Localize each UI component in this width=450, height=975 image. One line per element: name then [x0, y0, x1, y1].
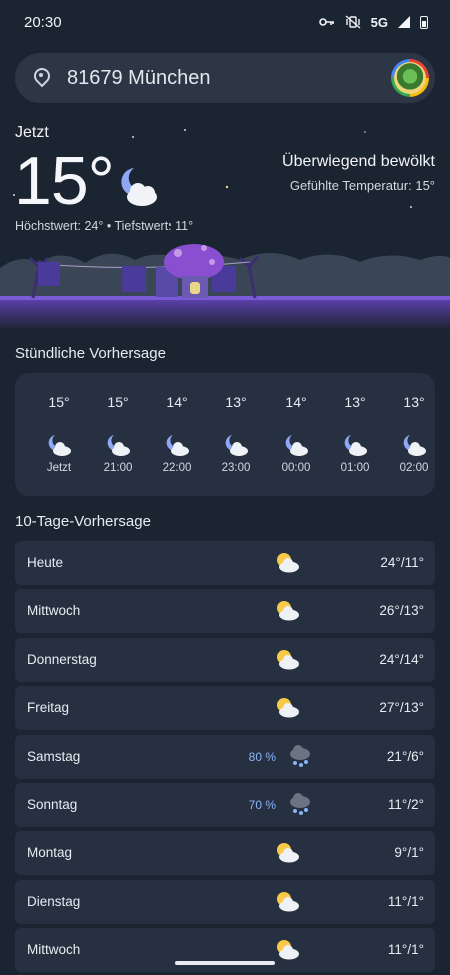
- moon-cloud-icon: [403, 435, 426, 456]
- hour-time: Jetzt: [46, 462, 72, 474]
- daily-row[interactable]: Mittwoch 11°/1°: [15, 928, 435, 972]
- moon-cloud-icon: [225, 435, 248, 456]
- day-name: Montag: [27, 845, 73, 860]
- moon-cloud-icon: [285, 435, 308, 456]
- hour-time: 23:00: [221, 462, 251, 474]
- avatar-image: [394, 62, 426, 94]
- day-name: Mittwoch: [27, 942, 81, 957]
- hour-time: 02:00: [399, 462, 429, 474]
- daily-forecast-title: 10-Tage-Vorhersage: [15, 513, 151, 530]
- precipitation-chance: 80 %: [248, 750, 276, 764]
- sun-cloud-icon: [277, 553, 299, 573]
- day-name: Sonntag: [27, 797, 78, 812]
- signal-icon: [398, 16, 410, 28]
- day-temperature: 11°/1°: [387, 942, 424, 957]
- day-name: Samstag: [27, 749, 81, 764]
- day-temperature: 9°/1°: [394, 845, 424, 860]
- vpn-key-icon: [318, 18, 334, 26]
- current-temperature: 15°: [14, 143, 115, 219]
- day-temperature: 27°/13°: [379, 700, 424, 715]
- rain-cloud-icon: [290, 793, 310, 815]
- status-time: 20:30: [24, 13, 62, 31]
- day-temperature: 26°/13°: [379, 603, 424, 618]
- day-temperature: 21°/6°: [386, 749, 424, 764]
- day-name: Mittwoch: [27, 603, 81, 618]
- daily-row[interactable]: Samstag 80 % 21°/6°: [15, 735, 435, 779]
- sun-cloud-icon: [277, 843, 299, 863]
- home-indicator[interactable]: [175, 961, 275, 965]
- day-temperature: 11°/1°: [387, 894, 424, 909]
- location-search-bar[interactable]: 81679 München: [15, 53, 435, 103]
- hour-temperature: 15°: [48, 394, 70, 410]
- hourly-forecast-card[interactable]: 15° Jetzt 15° 21:00 14° 22:00 13° 23:00 …: [15, 373, 435, 496]
- location-pin-icon: [33, 68, 49, 88]
- daily-row[interactable]: Heute 24°/11°: [15, 541, 435, 585]
- moon-cloud-icon: [166, 435, 189, 456]
- account-avatar[interactable]: [391, 59, 429, 97]
- day-name: Heute: [27, 555, 64, 570]
- daily-row[interactable]: Freitag 27°/13°: [15, 686, 435, 730]
- hour-temperature: 13°: [344, 394, 366, 410]
- network-label: 5G: [370, 14, 388, 30]
- hourly-forecast-title: Stündliche Vorhersage: [15, 345, 166, 362]
- moon-cloud-icon: [107, 435, 130, 456]
- hour-time: 22:00: [162, 462, 192, 474]
- sun-cloud-icon: [277, 892, 299, 912]
- daily-row[interactable]: Mittwoch 26°/13°: [15, 589, 435, 633]
- sun-cloud-icon: [277, 698, 299, 718]
- status-bar: 20:30 5G: [0, 0, 450, 44]
- hour-time: 00:00: [281, 462, 311, 474]
- daily-row[interactable]: Donnerstag 24°/14°: [15, 638, 435, 682]
- current-label: Jetzt: [15, 124, 49, 141]
- day-name: Dienstag: [27, 894, 81, 909]
- hour-temperature: 15°: [107, 394, 129, 410]
- day-name: Donnerstag: [27, 652, 97, 667]
- daily-row[interactable]: Montag 9°/1°: [15, 831, 435, 875]
- status-icons: 5G: [318, 14, 428, 30]
- moon-cloud-icon: [121, 168, 157, 206]
- daily-row[interactable]: Sonntag 70 % 11°/2°: [15, 783, 435, 827]
- current-condition: Überwiegend bewölkt: [282, 153, 435, 170]
- sun-cloud-icon: [277, 601, 299, 621]
- moon-cloud-icon: [48, 435, 71, 456]
- daily-row[interactable]: Dienstag 11°/1°: [15, 880, 435, 924]
- sun-cloud-icon: [277, 650, 299, 670]
- high-low-temperature: Höchstwert: 24° • Tiefstwert: 11°: [15, 219, 194, 233]
- sun-cloud-icon: [277, 940, 299, 960]
- day-temperature: 11°/2°: [387, 797, 424, 812]
- hour-temperature: 14°: [285, 394, 307, 410]
- rain-cloud-icon: [290, 745, 310, 767]
- location-text[interactable]: 81679 München: [67, 67, 391, 90]
- hour-time: 21:00: [103, 462, 133, 474]
- day-temperature: 24°/11°: [380, 555, 424, 570]
- weather-illustration: [0, 244, 450, 330]
- hour-temperature: 13°: [403, 394, 425, 410]
- vibrate-off-icon: [345, 15, 361, 29]
- precipitation-chance: 70 %: [248, 798, 276, 812]
- hour-temperature: 13°: [225, 394, 247, 410]
- feels-like-temperature: Gefühlte Temperatur: 15°: [289, 178, 435, 193]
- day-name: Freitag: [27, 700, 70, 715]
- moon-cloud-icon: [344, 435, 367, 456]
- battery-icon: [420, 15, 428, 29]
- hour-time: 01:00: [340, 462, 370, 474]
- day-temperature: 24°/14°: [379, 652, 424, 667]
- hour-temperature: 14°: [166, 394, 188, 410]
